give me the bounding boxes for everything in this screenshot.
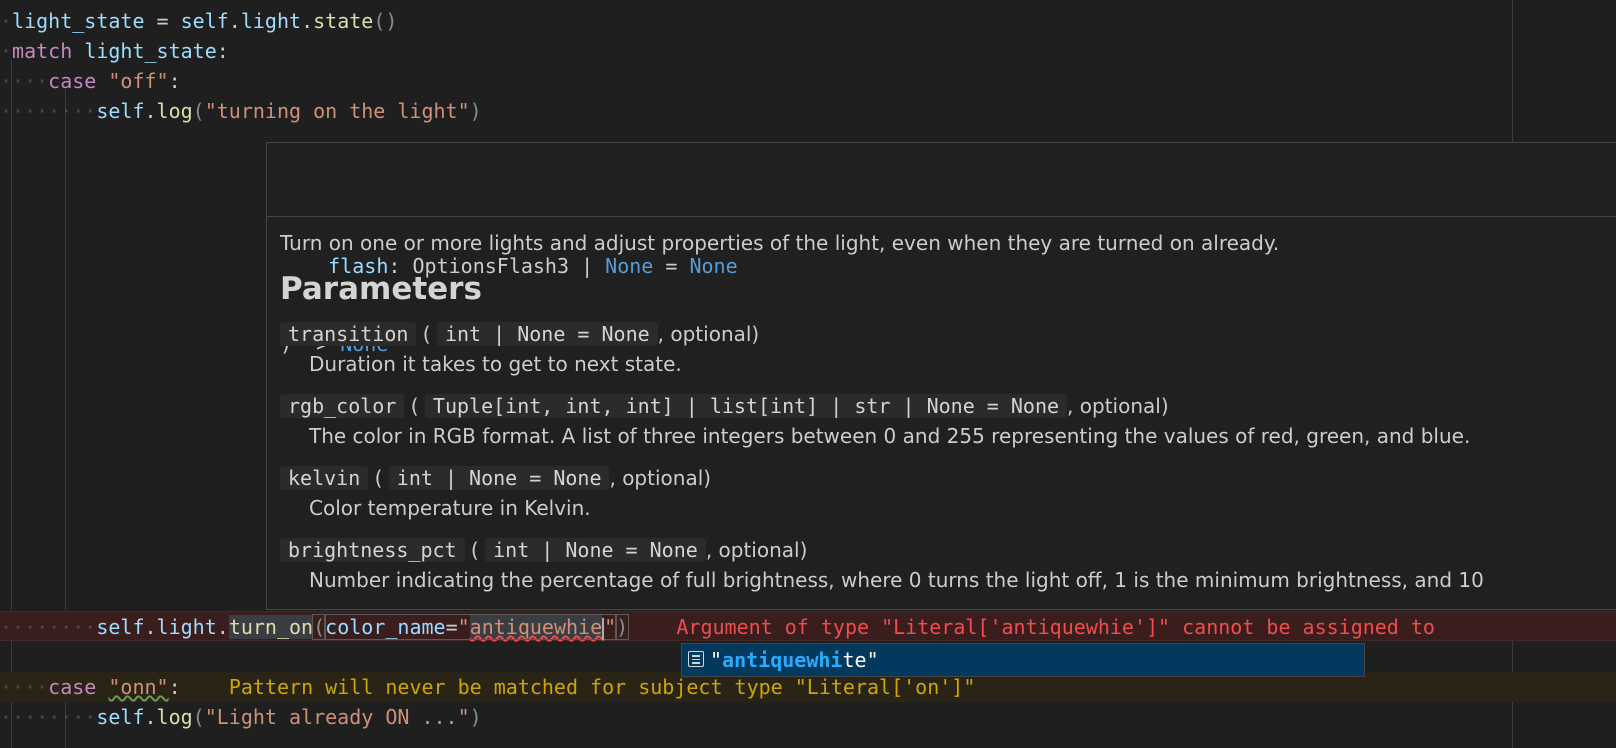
param-description: Duration it takes to get to next state.	[309, 352, 682, 376]
code-line[interactable]: ·match light_state:	[0, 36, 1616, 66]
invalid-color-value[interactable]: antiquewhie	[469, 615, 603, 639]
param-type: int | None = None	[436, 322, 658, 346]
param-entry: rgb_color ( Tuple[int, int, int] | list[…	[280, 391, 1616, 451]
param-entry: brightness_pct ( int | None = None, opti…	[280, 535, 1616, 595]
value-icon	[688, 651, 704, 667]
documentation-body: Turn on one or more lights and adjust pr…	[280, 223, 1616, 595]
suggestion-item[interactable]: "antiquewhite"	[682, 644, 1364, 676]
indent-guide	[11, 60, 12, 748]
param-entry: kelvin ( int | None = None, optional) Co…	[280, 463, 1616, 523]
code-line[interactable]: ····case "off":	[0, 66, 1616, 96]
code-line-error[interactable]: ········self.light.turn_on(color_name="a…	[0, 611, 1616, 641]
error-diagnostic: Argument of type "Literal['antiquewhie']…	[676, 615, 1435, 639]
autocomplete-widget[interactable]: "antiquewhite"	[681, 643, 1365, 677]
param-description: The color in RGB format. A list of three…	[309, 424, 1471, 448]
hover-divider	[267, 216, 1616, 217]
function-description: Turn on one or more lights and adjust pr…	[280, 231, 1280, 255]
param-type: int | None = None	[485, 538, 706, 562]
code-line[interactable]: ········self.log("turning on the light")	[0, 96, 1616, 126]
param-type: int | None = None	[388, 466, 610, 490]
warning-diagnostic: Pattern will never be matched for subjec…	[228, 675, 976, 699]
parameters-heading: Parameters	[280, 271, 482, 307]
param-name: rgb_color	[280, 394, 405, 418]
param-name: kelvin	[280, 466, 369, 490]
suggestion-label: "antiquewhite"	[710, 648, 879, 672]
hover-documentation-widget[interactable]: flash: OptionsFlash3 | None = None ) -> …	[266, 142, 1616, 610]
param-name: brightness_pct	[280, 538, 465, 562]
param-entry: transition ( int | None = None, optional…	[280, 319, 1616, 379]
code-line[interactable]: ········self.log("Light already ON ...")	[0, 702, 1616, 732]
indent-guide	[65, 90, 66, 610]
pattern-value[interactable]: "onn"	[108, 675, 168, 699]
code-line[interactable]: ·light_state = self.light.state()	[0, 6, 1616, 36]
param-name: transition	[280, 322, 417, 346]
param-description: Color temperature in Kelvin.	[309, 496, 591, 520]
param-description: Number indicating the percentage of full…	[309, 568, 1484, 592]
param-type: Tuple[int, int, int] | list[int] | str |…	[424, 394, 1068, 418]
